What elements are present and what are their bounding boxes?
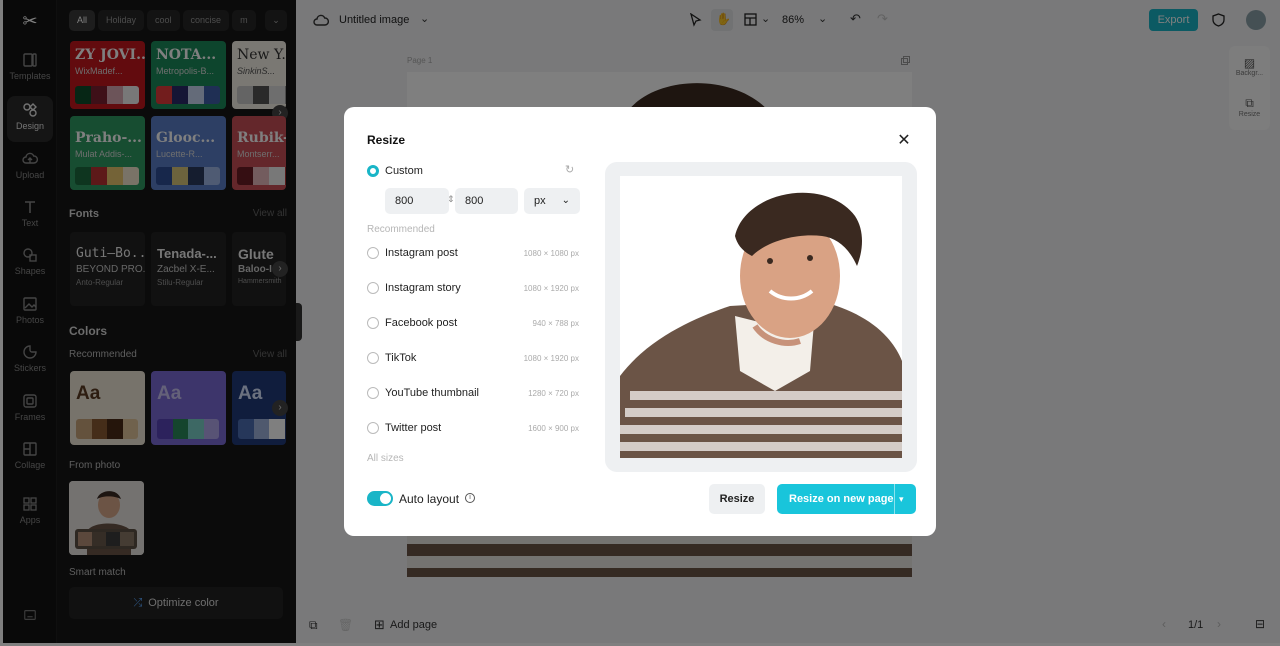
- resize-button[interactable]: Resize: [709, 484, 765, 514]
- option-radio[interactable]: [367, 317, 379, 329]
- unit-value: px: [534, 195, 546, 207]
- option-instagram-post[interactable]: Instagram post: [385, 247, 458, 259]
- dialog-title: Resize: [367, 133, 406, 147]
- option-twitter-post[interactable]: Twitter post: [385, 422, 441, 434]
- custom-label: Custom: [385, 165, 423, 177]
- option-radio[interactable]: [367, 422, 379, 434]
- portrait-photo: [620, 176, 902, 458]
- resize-on-new-page-label: Resize on new page: [789, 493, 894, 505]
- width-input[interactable]: 800: [385, 188, 449, 214]
- recommended-heading: Recommended: [367, 224, 435, 235]
- close-icon[interactable]: ✕: [897, 133, 911, 149]
- option-size: 1080 × 1080 px: [523, 249, 579, 258]
- info-icon[interactable]: i: [465, 493, 475, 503]
- height-input[interactable]: 800: [455, 188, 518, 214]
- link-ratio-icon[interactable]: ⇕: [447, 194, 455, 205]
- reset-icon[interactable]: ↻: [565, 163, 574, 176]
- custom-radio[interactable]: [367, 165, 379, 177]
- option-instagram-story[interactable]: Instagram story: [385, 282, 461, 294]
- option-radio[interactable]: [367, 247, 379, 259]
- option-radio[interactable]: [367, 387, 379, 399]
- resize-on-new-page-button[interactable]: Resize on new page ▾: [777, 484, 916, 514]
- option-size: 1080 × 1920 px: [523, 354, 579, 363]
- option-size: 1600 × 900 px: [528, 424, 579, 433]
- preview-image: [620, 176, 902, 458]
- unit-select[interactable]: px ⌄: [524, 188, 580, 214]
- option-size: 1080 × 1920 px: [523, 284, 579, 293]
- option-facebook-post[interactable]: Facebook post: [385, 317, 457, 329]
- option-tiktok[interactable]: TikTok: [385, 352, 416, 364]
- chevron-down-icon[interactable]: ▾: [899, 484, 904, 514]
- chevron-down-icon: ⌄: [561, 195, 570, 206]
- option-radio[interactable]: [367, 352, 379, 364]
- option-radio[interactable]: [367, 282, 379, 294]
- auto-layout-toggle[interactable]: [367, 491, 393, 506]
- resize-preview: [605, 162, 917, 472]
- option-youtube-thumbnail[interactable]: YouTube thumbnail: [385, 387, 479, 399]
- option-size: 1280 × 720 px: [528, 389, 579, 398]
- button-divider: [894, 484, 895, 514]
- auto-layout-label: Auto layout: [399, 492, 460, 506]
- all-sizes-link[interactable]: All sizes: [367, 453, 404, 464]
- resize-dialog: Resize ✕ Custom ↻ 800 ⇕ 800 px ⌄ Recomme…: [344, 107, 936, 536]
- option-size: 940 × 788 px: [532, 319, 579, 328]
